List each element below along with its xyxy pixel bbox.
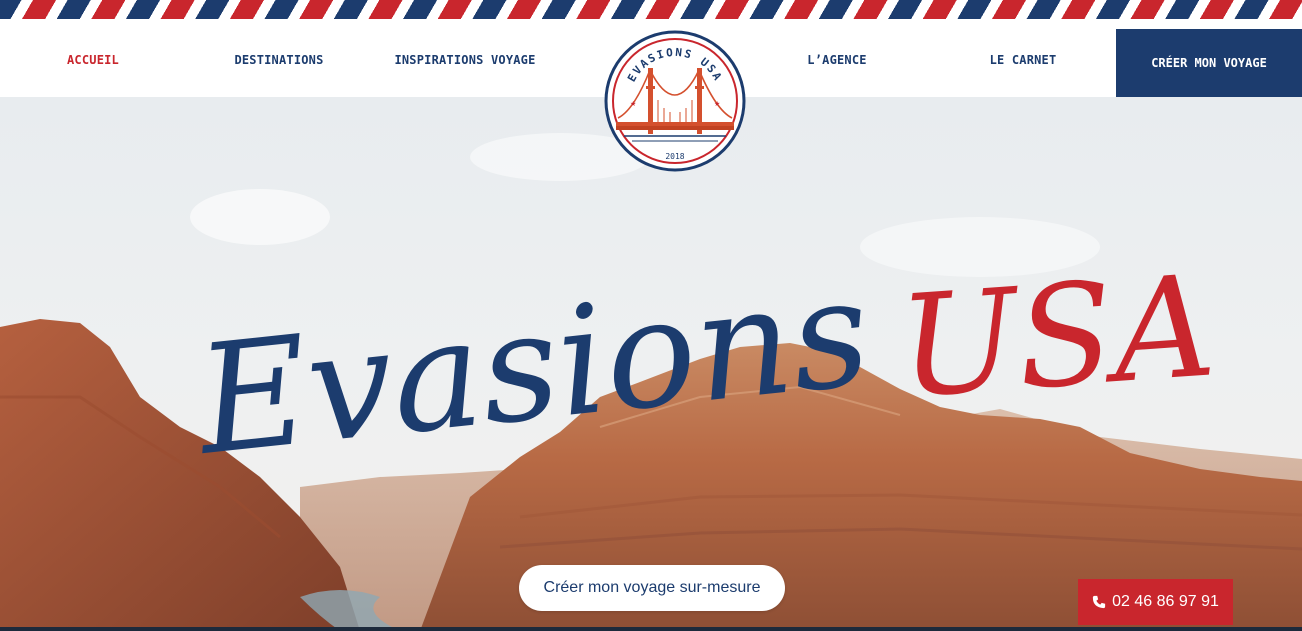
nav-item-destinations[interactable]: DESTINATIONS [186, 22, 372, 97]
logo[interactable]: EVASIONS USA 2018 ★ ★ [604, 30, 746, 172]
nav-item-agence[interactable]: L’AGENCE [744, 22, 930, 97]
phone-icon [1092, 595, 1106, 609]
hero-title-usa: USA [894, 245, 1220, 430]
grand-canyon-background: Evasions USA [0, 97, 1302, 631]
svg-text:★: ★ [630, 100, 636, 108]
hero-section: Evasions USA Créer mon voyage sur-mesure… [0, 97, 1302, 631]
bottom-strip [0, 627, 1302, 631]
svg-text:★: ★ [714, 100, 720, 108]
nav-item-inspirations-voyage[interactable]: INSPIRATIONS VOYAGE [372, 22, 558, 97]
hero-create-voyage-button[interactable]: Créer mon voyage sur-mesure [519, 565, 785, 611]
airmail-stripe [0, 0, 1302, 22]
phone-number: 02 46 86 97 91 [1112, 593, 1219, 610]
nav-item-accueil[interactable]: ACCUEIL [0, 22, 186, 97]
phone-button[interactable]: 02 46 86 97 91 [1078, 579, 1233, 625]
logo-year: 2018 [665, 152, 684, 161]
create-voyage-button[interactable]: CRÉER MON VOYAGE [1116, 29, 1302, 97]
nav-item-le-carnet[interactable]: LE CARNET [930, 22, 1116, 97]
